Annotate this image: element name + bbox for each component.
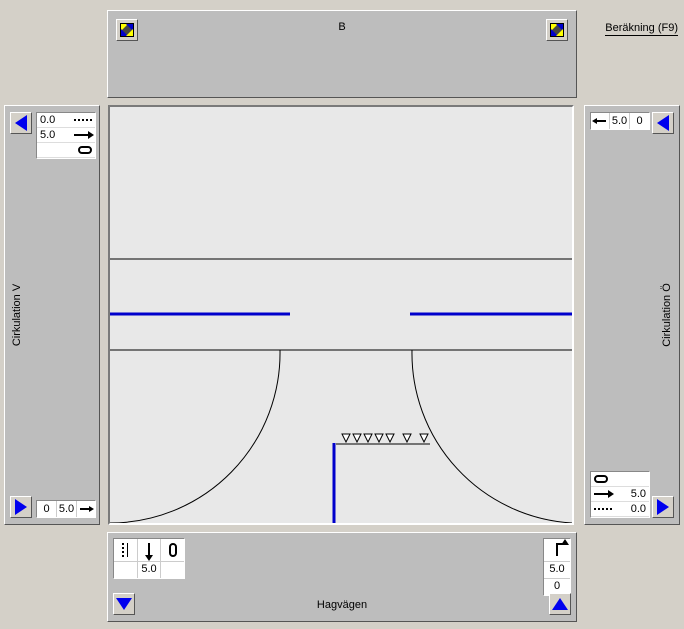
west-top-lane-box[interactable]: 0.0 5.0 <box>36 112 96 159</box>
west-bottom-lane-box[interactable]: 0 5.0 <box>36 500 96 518</box>
east-top-val1: 5.0 <box>609 113 629 129</box>
pill-icon <box>594 475 608 483</box>
east-bot-val2: 0.0 <box>631 503 646 515</box>
solid-line-icon <box>594 493 612 495</box>
pill-icon <box>78 146 92 154</box>
west-top-val2: 5.0 <box>40 129 55 141</box>
west-bot-val1: 0 <box>37 501 57 517</box>
west-top-val1: 0.0 <box>40 114 55 126</box>
south-panel: 5.0 Hagvägen 5.0 0 <box>107 532 577 622</box>
pill-icon <box>169 543 177 557</box>
east-top-arrow-button[interactable] <box>652 112 674 134</box>
south-left-lane-box[interactable]: 5.0 <box>113 538 185 579</box>
arrow-left-small-icon <box>594 120 606 122</box>
arrow-up-icon <box>552 598 568 610</box>
west-label: Cirkulation V <box>11 284 23 346</box>
south-right-lane-box[interactable]: 5.0 0 <box>543 538 571 596</box>
south-right-arrow-button[interactable] <box>549 593 571 615</box>
east-top-lane-box[interactable]: 5.0 0 <box>590 112 650 130</box>
north-panel: B <box>107 10 577 98</box>
east-bottom-arrow-button[interactable] <box>652 496 674 518</box>
west-panel: 0.0 5.0 Cirkulation V 0 5.0 <box>4 105 100 525</box>
east-panel: 5.0 0 Cirkulation Ö 5.0 0.0 <box>584 105 680 525</box>
dotted-icon <box>74 119 92 121</box>
turn-right-icon <box>556 544 558 556</box>
calc-button[interactable]: Beräkning (F9) <box>605 22 678 36</box>
east-top-val2: 0 <box>629 113 649 129</box>
east-bot-val1: 5.0 <box>631 488 646 500</box>
arrow-left-icon <box>657 115 669 131</box>
intersection-drawing <box>110 107 572 523</box>
arrow-right-icon <box>657 499 669 515</box>
arrow-right-icon <box>15 499 27 515</box>
west-top-arrow-button[interactable] <box>10 112 32 134</box>
dotted-icon <box>594 508 612 510</box>
down-arrow-icon <box>148 543 150 557</box>
arrow-left-icon <box>15 115 27 131</box>
south-right-val1: 5.0 <box>544 561 570 578</box>
solid-line-icon <box>74 134 92 136</box>
east-label: Cirkulation Ö <box>661 283 673 347</box>
west-bot-val2: 5.0 <box>57 501 77 517</box>
east-bottom-lane-box[interactable]: 5.0 0.0 <box>590 471 650 518</box>
west-bottom-arrow-button[interactable] <box>10 496 32 518</box>
north-label: B <box>108 21 576 33</box>
south-left-val1: 5.0 <box>138 562 162 578</box>
solid-vert-icon <box>127 543 128 557</box>
dashed-vert-icon <box>122 543 124 557</box>
intersection-canvas <box>108 105 574 525</box>
arrow-right-small-icon <box>80 508 92 510</box>
south-label: Hagvägen <box>108 599 576 611</box>
